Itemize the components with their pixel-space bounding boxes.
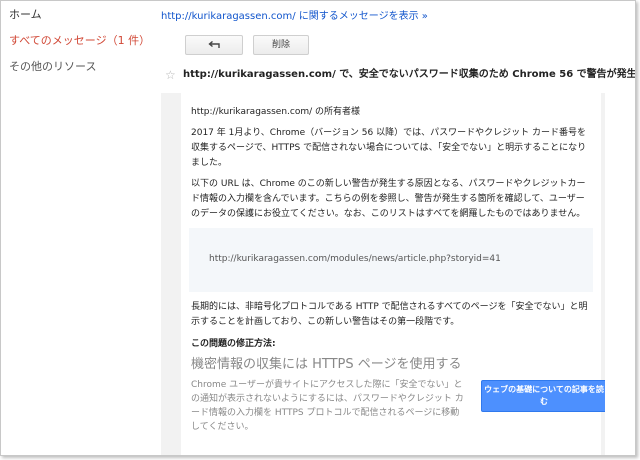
- paragraph-2: 以下の URL は、Chrome のこの新しい警告が発生する原因となる、パスワー…: [191, 179, 586, 219]
- url-box: http://kurikaragassen.com/modules/news/a…: [189, 228, 593, 292]
- paragraph-1: 2017 年 1月より、Chrome（バージョン 56 以降）では、パスワードや…: [191, 128, 587, 168]
- site-messages-link[interactable]: http://kurikaragassen.com/ に関するメッセージを表示 …: [161, 7, 428, 22]
- message-body-area: http://kurikaragassen.com/ の所有者様 2017 年 …: [161, 93, 605, 455]
- toolbar: 削除: [185, 35, 309, 55]
- fix-heading: この問題の修正方法:: [191, 339, 276, 349]
- sidebar-item-all-messages[interactable]: すべてのメッセージ（1 件）: [1, 31, 150, 51]
- message-card: http://kurikaragassen.com/ の所有者様 2017 年 …: [181, 93, 605, 455]
- section-title: 機密情報の収集には HTTPS ページを使用する: [191, 357, 462, 372]
- main-pane: http://kurikaragassen.com/ に関するメッセージを表示 …: [151, 1, 635, 455]
- window-frame: ホーム すべてのメッセージ（1 件） その他のリソース http://kurik…: [0, 0, 636, 456]
- affected-url[interactable]: http://kurikaragassen.com/modules/news/a…: [209, 254, 501, 264]
- paragraph-3: 長期的には、非暗号化プロトコルである HTTP で配信されるすべてのページを「安…: [191, 302, 588, 327]
- back-arrow-icon: [208, 41, 220, 49]
- star-icon[interactable]: ☆: [165, 65, 183, 85]
- sidebar-item-home[interactable]: ホーム: [1, 5, 42, 25]
- message-subject: http://kurikaragassen.com/ で、安全でないパスワード収…: [183, 69, 635, 80]
- sidebar: ホーム すべてのメッセージ（1 件） その他のリソース: [1, 1, 151, 455]
- read-article-button[interactable]: ウェブの基礎についての記事を読む: [481, 380, 605, 412]
- fix-row: Chrome ユーザーが貴サイトにアクセスした際に「安全でない」との通知が表示さ…: [191, 378, 605, 434]
- delete-button[interactable]: 削除: [253, 35, 309, 55]
- fix-text: Chrome ユーザーが貴サイトにアクセスした際に「安全でない」との通知が表示さ…: [191, 380, 464, 432]
- sidebar-item-other-resources[interactable]: その他のリソース: [1, 57, 96, 77]
- back-button[interactable]: [185, 35, 243, 55]
- greeting: http://kurikaragassen.com/ の所有者様: [191, 107, 361, 117]
- subject-row: ☆ http://kurikaragassen.com/ で、安全でないパスワード…: [165, 65, 635, 87]
